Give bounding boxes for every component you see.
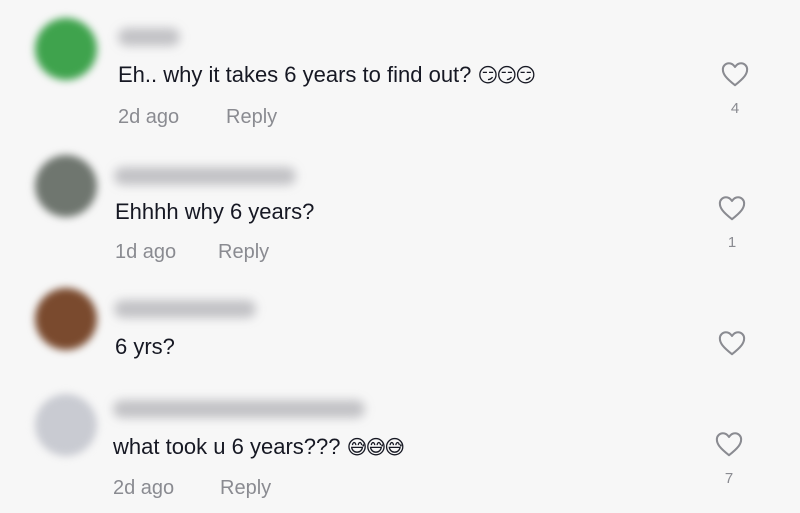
like-count: 1 [727, 234, 737, 251]
like-button[interactable] [717, 329, 747, 357]
reply-button[interactable]: Reply [226, 106, 277, 129]
like-count: 7 [724, 470, 734, 487]
like-count: 4 [730, 100, 740, 117]
avatar[interactable] [35, 288, 97, 350]
comment-timestamp: 1d ago [115, 241, 177, 263]
comment-text-body: Ehhhh why 6 years? [115, 199, 315, 224]
heart-outline-icon [718, 331, 746, 356]
comment-item: Eh.. why it takes 6 years to find out? 😏… [0, 0, 800, 135]
like-button[interactable] [717, 194, 747, 222]
reply-button[interactable]: Reply [220, 477, 271, 500]
comment-item: Ehhhh why 6 years? 1d ago Reply 1 [0, 135, 800, 270]
comment-text-body: what took u 6 years??? [113, 434, 341, 459]
heart-outline-icon [718, 196, 746, 221]
emoji: 😅😅😅 [346, 435, 406, 459]
comment-item: what took u 6 years??? 😅😅😅 2d ago Reply … [0, 388, 800, 513]
like-button[interactable] [720, 60, 750, 88]
comment-timestamp: 2d ago [113, 477, 175, 499]
username-blurred[interactable] [113, 400, 365, 418]
comment-text: 6 yrs? [115, 333, 175, 361]
emoji: 😏😏😏 [477, 63, 537, 87]
username-blurred[interactable] [114, 300, 256, 318]
like-button[interactable] [714, 430, 744, 458]
avatar[interactable] [35, 155, 97, 217]
avatar[interactable] [35, 394, 97, 456]
reply-button[interactable]: Reply [218, 241, 269, 264]
username-blurred[interactable] [118, 28, 180, 46]
comment-text-body: 6 yrs? [115, 334, 175, 359]
username-blurred[interactable] [114, 167, 296, 185]
comment-item: 6 yrs? [0, 270, 800, 388]
heart-outline-icon [721, 62, 749, 87]
comment-text: Eh.. why it takes 6 years to find out? 😏… [118, 61, 537, 89]
comment-text: Ehhhh why 6 years? [115, 198, 314, 226]
comment-text: what took u 6 years??? 😅😅😅 [113, 433, 406, 461]
heart-outline-icon [715, 432, 743, 457]
comment-timestamp: 2d ago [118, 106, 180, 128]
comment-text-body: Eh.. why it takes 6 years to find out? [118, 62, 472, 87]
avatar[interactable] [35, 18, 97, 80]
